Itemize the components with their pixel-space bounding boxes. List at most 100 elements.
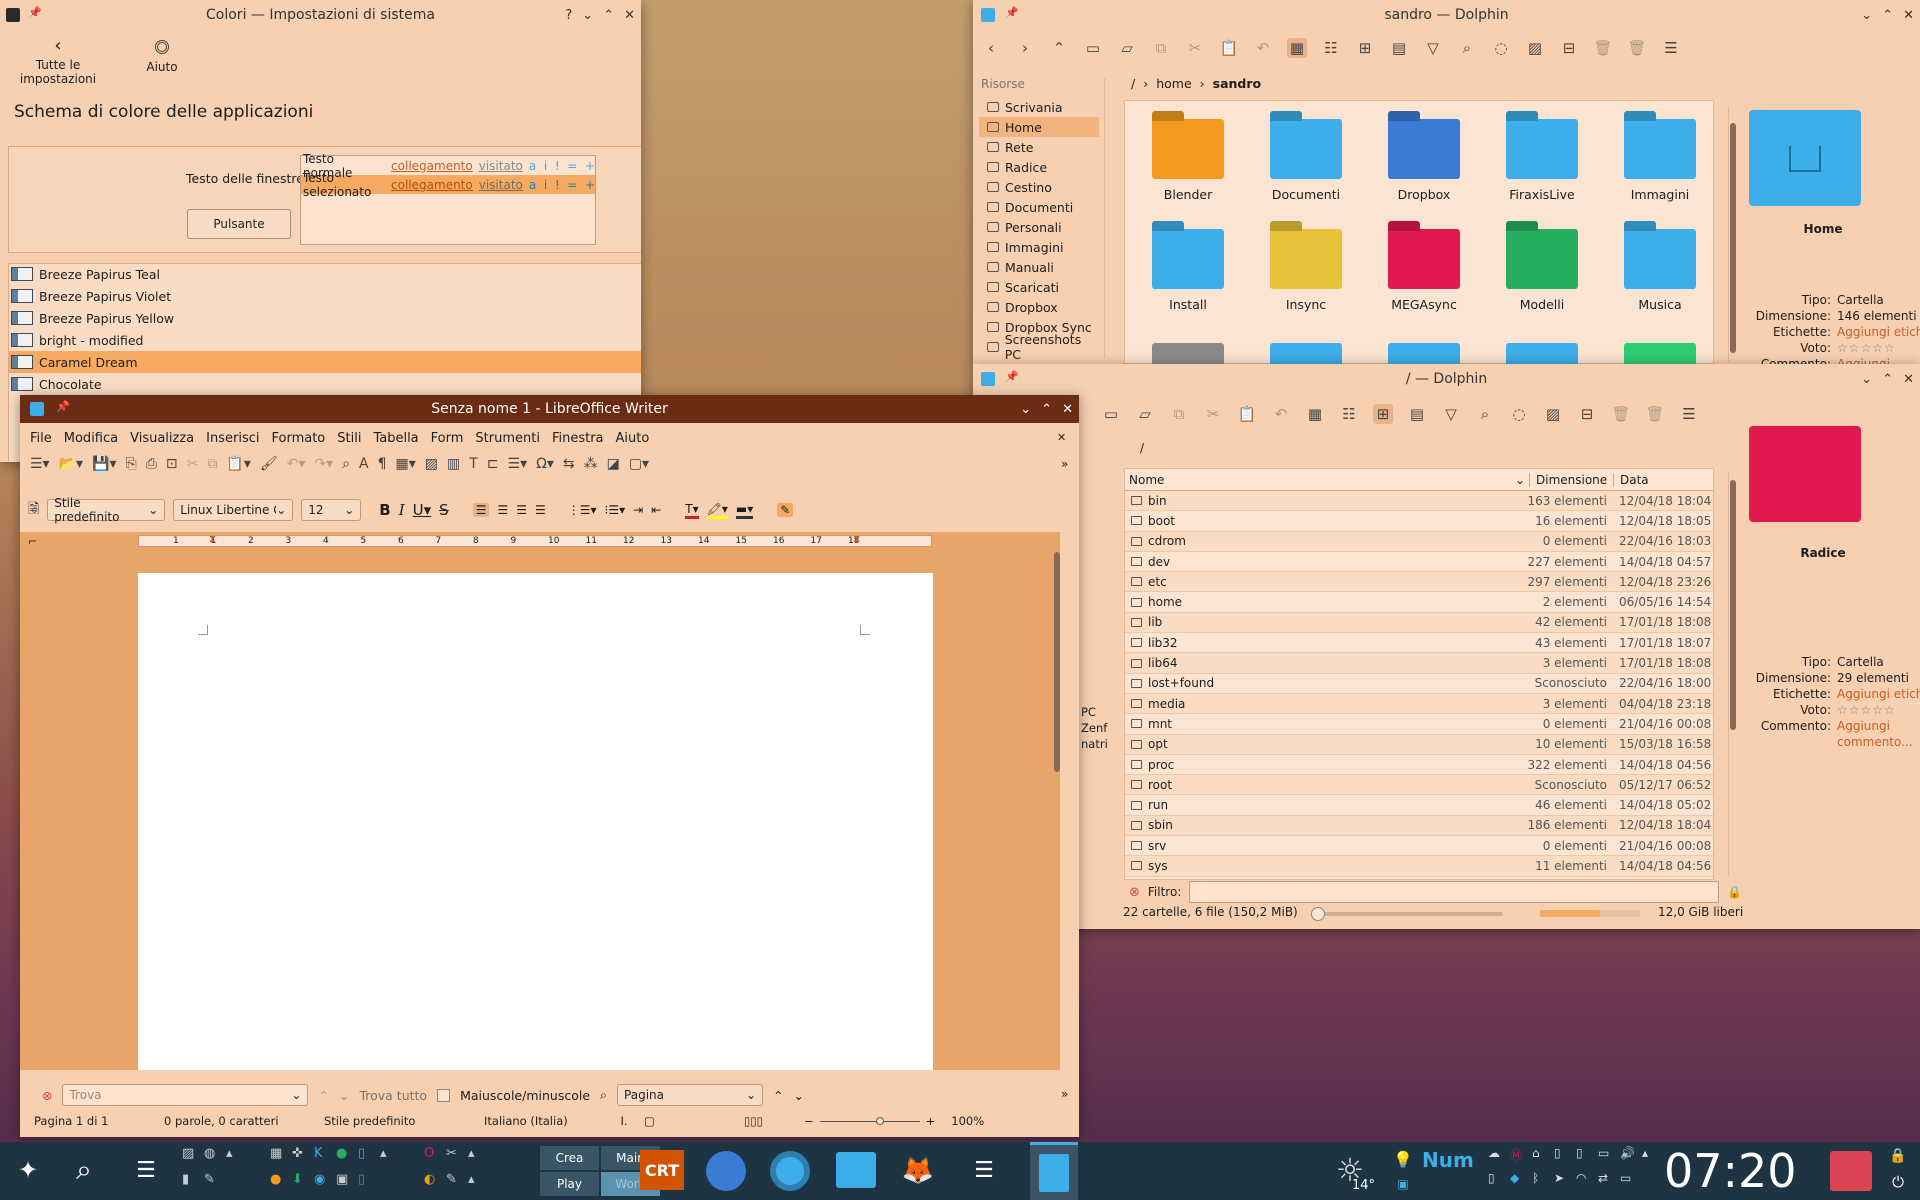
- strikethrough-icon[interactable]: S: [439, 501, 449, 519]
- scheme-list-item[interactable]: Breeze Papirus Teal: [9, 263, 641, 285]
- info-tags-link[interactable]: Aggiungi etichette: [1837, 324, 1920, 340]
- place-item[interactable]: Rete: [979, 137, 1099, 157]
- scrollbar-handle[interactable]: [1730, 123, 1736, 353]
- chromium-icon[interactable]: [770, 1151, 810, 1191]
- back-button[interactable]: ‹ Tutte le impostazioni: [10, 37, 106, 87]
- toolbar-overflow-icon[interactable]: »: [1061, 457, 1068, 471]
- find-replace-icon[interactable]: ⌕: [342, 456, 350, 472]
- dolphin-task-icon[interactable]: [836, 1152, 876, 1188]
- close-icon[interactable]: ✕: [624, 8, 635, 23]
- undo-icon[interactable]: ↶: [1253, 38, 1273, 58]
- export-pdf-icon[interactable]: ⎘: [126, 456, 137, 472]
- dropbox-tray-icon[interactable]: ◆: [1510, 1171, 1532, 1196]
- new-folder-icon[interactable]: ▱: [1135, 404, 1155, 424]
- note-icon[interactable]: ▯: [1576, 1146, 1598, 1171]
- opera-icon[interactable]: O: [424, 1146, 446, 1172]
- hyperlink-icon[interactable]: ⇆: [563, 456, 575, 472]
- scope-up-icon[interactable]: ⌃: [773, 1088, 783, 1103]
- window-icon[interactable]: ▣: [336, 1172, 358, 1198]
- folder-item[interactable]: Blender: [1133, 119, 1243, 202]
- pin-icon[interactable]: 📌: [1005, 370, 1019, 384]
- battery-icon[interactable]: ▭: [1620, 1171, 1642, 1196]
- help-button[interactable]: Aiuto: [142, 40, 182, 74]
- footnote-icon[interactable]: ⁂: [584, 456, 598, 472]
- compact-view-icon[interactable]: ☷: [1339, 404, 1359, 424]
- menu-item[interactable]: Visualizza: [130, 431, 194, 446]
- file-row[interactable]: root Sconosciuto 05/12/17 06:52: [1125, 775, 1713, 796]
- thunderbird-icon[interactable]: [706, 1151, 746, 1191]
- horizontal-ruler[interactable]: 1 1 2 3 4 5 6 7 8 9 10 11 12 13 14 15 16 17 18 ⧗ ⧗: [138, 534, 932, 547]
- special-character-icon[interactable]: Ω▾: [536, 456, 554, 472]
- forward-icon[interactable]: ›: [1015, 38, 1035, 58]
- file-row[interactable]: lib32 43 elementi 17/01/18 18:07: [1125, 633, 1713, 654]
- close-document-icon[interactable]: ✕: [1057, 431, 1066, 444]
- scheme-list-item[interactable]: Breeze Papirus Violet: [9, 285, 641, 307]
- align-right-icon[interactable]: ☰: [516, 503, 527, 517]
- app-launcher-icon[interactable]: ✦: [10, 1152, 46, 1188]
- crumb-user[interactable]: sandro: [1213, 76, 1261, 91]
- find-options-icon[interactable]: ⌕: [600, 1087, 607, 1103]
- folder-item[interactable]: Musica: [1605, 229, 1715, 312]
- tortoise-icon[interactable]: ◍: [204, 1146, 226, 1172]
- cut-icon[interactable]: ✂: [1185, 38, 1205, 58]
- back-icon[interactable]: ‹: [981, 38, 1001, 58]
- delete-icon[interactable]: 🗑: [1627, 38, 1647, 58]
- insert-mode-icon[interactable]: I.: [604, 1114, 644, 1128]
- file-row[interactable]: bin 163 elementi 12/04/18 18:04: [1125, 491, 1713, 512]
- dolphin-home-titlebar[interactable]: sandro — Dolphin: [973, 0, 1920, 30]
- file-row[interactable]: mnt 0 elementi 21/04/16 00:08: [1125, 714, 1713, 735]
- folder-item[interactable]: Insync: [1251, 229, 1361, 312]
- close-filter-icon[interactable]: ⊗: [1129, 885, 1140, 900]
- save-icon[interactable]: 💾▾: [92, 456, 116, 472]
- place-item[interactable]: Manuali: [979, 257, 1099, 277]
- status-zoom[interactable]: 100%: [951, 1114, 984, 1128]
- character-background-icon[interactable]: ▬▾: [735, 502, 754, 519]
- green-app-icon[interactable]: ●: [336, 1146, 358, 1172]
- folder-item[interactable]: Documenti: [1251, 119, 1361, 202]
- bullet-list-icon[interactable]: ⁝☰▾: [605, 503, 626, 517]
- tool-icon[interactable]: ✂: [446, 1146, 468, 1172]
- status-words[interactable]: 0 parole, 0 caratteri: [164, 1114, 324, 1128]
- justify-icon[interactable]: ☰: [535, 503, 546, 517]
- folder-icon[interactable]: [1152, 343, 1224, 364]
- match-case-checkbox[interactable]: [437, 1088, 451, 1102]
- maximize-icon[interactable]: ⌃: [1882, 372, 1893, 387]
- place-item[interactable]: Personali: [979, 217, 1099, 237]
- copy-icon[interactable]: ⧉: [1151, 38, 1171, 58]
- new-tab-icon[interactable]: ▭: [1083, 38, 1103, 58]
- menu-item[interactable]: Inserisci: [206, 431, 259, 446]
- compact-view-icon[interactable]: ☷: [1321, 38, 1341, 58]
- font-color-icon[interactable]: T▾: [685, 502, 699, 519]
- align-left-icon[interactable]: ☰: [472, 503, 490, 517]
- crumb-root[interactable]: /: [1140, 441, 1144, 455]
- close-icon[interactable]: ✕: [1903, 8, 1914, 23]
- status-style[interactable]: Stile predefinito: [324, 1114, 484, 1128]
- menu-item[interactable]: Strumenti: [475, 431, 540, 446]
- maximize-icon[interactable]: ⌃: [603, 8, 614, 23]
- paste-icon[interactable]: 📋: [1219, 38, 1239, 58]
- cut-icon[interactable]: ✂: [1203, 404, 1223, 424]
- filter-icon[interactable]: ▽: [1423, 38, 1443, 58]
- colors-titlebar[interactable]: Colori — Impostazioni di sistema: [0, 0, 641, 30]
- preview-icon[interactable]: ▤: [1407, 404, 1427, 424]
- files-icon[interactable]: ▨: [182, 1146, 204, 1172]
- wifi-icon[interactable]: ◠: [1576, 1171, 1598, 1196]
- file-row[interactable]: sys 11 elementi 14/04/18 04:56: [1125, 856, 1713, 877]
- crumb-root[interactable]: /: [1131, 76, 1135, 91]
- lock-screen-icon[interactable]: 🔒: [1886, 1146, 1910, 1166]
- zoom-slider-handle[interactable]: [1311, 907, 1325, 921]
- file-row[interactable]: opt 10 elementi 15/03/18 16:58: [1125, 734, 1713, 755]
- menu-item[interactable]: Formato: [272, 431, 326, 446]
- file-view-scrollbar[interactable]: [1728, 107, 1736, 362]
- file-row[interactable]: lost+found Sconosciuto 22/04/16 18:00: [1125, 674, 1713, 694]
- overflow-icon[interactable]: ▴: [1642, 1146, 1664, 1171]
- left-indent-marker[interactable]: ⧗: [209, 534, 216, 545]
- hamburger-menu-icon[interactable]: ☰: [1661, 38, 1681, 58]
- clipboard-icon[interactable]: ▣: [1394, 1174, 1412, 1194]
- desktop-crea[interactable]: Crea: [540, 1146, 599, 1170]
- zoom-slider[interactable]: [819, 1116, 920, 1125]
- system-settings-icon[interactable]: ☰: [128, 1152, 164, 1188]
- redo-icon[interactable]: ↷▾: [314, 456, 333, 472]
- open-icon[interactable]: 📂▾: [59, 456, 83, 472]
- find-next-icon[interactable]: ⌄: [339, 1088, 349, 1103]
